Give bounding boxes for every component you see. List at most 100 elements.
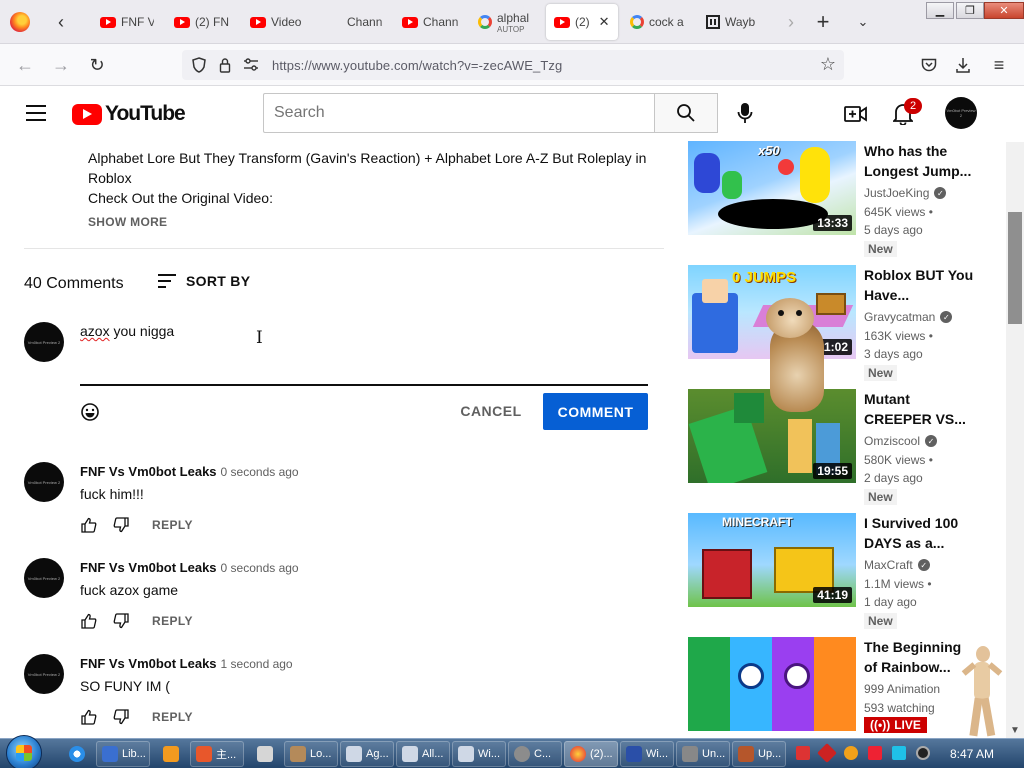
taskbar-item[interactable]: Un...: [676, 741, 730, 767]
tray-icon[interactable]: [892, 746, 906, 760]
tracking-shield-icon[interactable]: [190, 56, 208, 74]
browser-tab[interactable]: Video: [242, 4, 314, 40]
address-bar[interactable]: https://www.youtube.com/watch?v=-zecAWE_…: [182, 50, 844, 80]
browser-tab[interactable]: Wayb: [698, 4, 770, 40]
taskbar-item[interactable]: Wi...: [620, 741, 674, 767]
guide-menu-icon[interactable]: [26, 105, 46, 121]
browser-tab[interactable]: FNF V: [92, 4, 162, 40]
comment-time[interactable]: 1 second ago: [221, 657, 293, 671]
channel-name[interactable]: Omziscool ✓: [864, 434, 938, 448]
start-button[interactable]: [6, 735, 42, 768]
like-icon[interactable]: [80, 612, 98, 630]
browser-tab[interactable]: alphal AUTOP: [470, 4, 542, 40]
taskbar-clock[interactable]: 8:47 AM: [950, 747, 994, 761]
comment-button[interactable]: COMMENT: [543, 393, 648, 430]
reload-icon[interactable]: ↻: [84, 52, 110, 78]
show-more-button[interactable]: SHOW MORE: [88, 215, 167, 229]
restore-window-button[interactable]: ❐: [956, 2, 984, 19]
account-avatar[interactable]: Vm0bot Preview 2: [945, 97, 977, 129]
taskbar-item[interactable]: Up...: [732, 741, 786, 767]
browser-tab[interactable]: Chann: [394, 4, 466, 40]
cancel-button[interactable]: CANCEL: [452, 393, 530, 429]
tab-scroll-right-button[interactable]: ›: [778, 9, 804, 35]
taskbar-item[interactable]: Wi...: [452, 741, 506, 767]
comment-time[interactable]: 0 seconds ago: [221, 465, 299, 479]
close-window-button[interactable]: ✕: [984, 2, 1024, 19]
comment-time[interactable]: 0 seconds ago: [221, 561, 299, 575]
recommended-video[interactable]: x50 13:33 Who has the Longest Jump... Ju…: [688, 141, 1008, 265]
channel-name[interactable]: 999 Animation: [864, 682, 940, 696]
bookmark-star-icon[interactable]: ☆: [820, 54, 836, 75]
comment-input[interactable]: azox you nigga: [80, 323, 648, 339]
reply-button[interactable]: REPLY: [152, 614, 193, 628]
video-thumbnail[interactable]: [688, 637, 856, 731]
comment-author[interactable]: FNF Vs Vm0bot Leaks: [80, 560, 217, 575]
video-title[interactable]: Mutant CREEPER VS...: [864, 389, 974, 429]
comment-author[interactable]: FNF Vs Vm0bot Leaks: [80, 656, 217, 671]
scroll-down-arrow-icon[interactable]: ▼: [1010, 725, 1020, 736]
browser-tab[interactable]: Chann: [318, 4, 390, 40]
browser-tab-active[interactable]: (2) ✕: [546, 4, 618, 40]
sort-by-button[interactable]: SORT BY: [158, 273, 250, 289]
lock-icon[interactable]: [216, 56, 234, 74]
dislike-icon[interactable]: [112, 612, 130, 630]
recommended-video[interactable]: MINECRAFT 41:19 I Survived 100 DAYS as a…: [688, 513, 1008, 637]
video-title[interactable]: Roblox BUT You Have...: [864, 265, 974, 305]
recommended-video[interactable]: 0 JUMPS 11:02 Roblox BUT You Have... Gra…: [688, 265, 1008, 389]
dislike-icon[interactable]: [112, 708, 130, 726]
back-arrow-icon[interactable]: ←: [12, 52, 38, 78]
media-player-taskbar-icon[interactable]: [158, 741, 184, 767]
page-scrollbar[interactable]: ▼: [1006, 142, 1024, 738]
ie-taskbar-icon[interactable]: [64, 741, 90, 767]
comment-author-avatar[interactable]: Vm0bot Preview 2: [24, 462, 64, 502]
browser-tab[interactable]: (2) FN: [166, 4, 238, 40]
video-title[interactable]: The Beginning of Rainbow...: [864, 637, 974, 677]
video-title[interactable]: Who has the Longest Jump...: [864, 141, 974, 181]
pocket-icon[interactable]: [916, 52, 942, 78]
close-tab-icon[interactable]: ✕: [599, 14, 610, 30]
search-input[interactable]: [263, 93, 655, 133]
taskbar-item[interactable]: 主...: [190, 741, 244, 767]
channel-name[interactable]: MaxCraft ✓: [864, 558, 930, 572]
search-button[interactable]: [654, 93, 718, 133]
taskbar-item[interactable]: Lib...: [96, 741, 150, 767]
firefox-view-icon[interactable]: [10, 12, 30, 32]
browser-tab[interactable]: cock a: [622, 4, 694, 40]
tray-icon[interactable]: [844, 746, 858, 760]
reply-button[interactable]: REPLY: [152, 518, 193, 532]
taskbar-item[interactable]: C...: [508, 741, 562, 767]
comment-author-avatar[interactable]: Vm0bot Preview 2: [24, 558, 64, 598]
reply-button[interactable]: REPLY: [152, 710, 193, 724]
taskbar-item[interactable]: Lo...: [284, 741, 338, 767]
dislike-icon[interactable]: [112, 516, 130, 534]
tray-icon[interactable]: [916, 746, 930, 760]
video-thumbnail[interactable]: x50 13:33: [688, 141, 856, 235]
comment-author[interactable]: FNF Vs Vm0bot Leaks: [80, 464, 217, 479]
create-video-button[interactable]: [842, 100, 870, 128]
comment-author-avatar[interactable]: Vm0bot Preview 2: [24, 654, 64, 694]
scrollbar-thumb[interactable]: [1008, 212, 1022, 324]
app-menu-icon[interactable]: ≡: [986, 52, 1012, 78]
video-title[interactable]: I Survived 100 DAYS as a...: [864, 513, 974, 553]
taskbar-item-active[interactable]: (2)...: [564, 741, 618, 767]
like-icon[interactable]: [80, 708, 98, 726]
channel-name[interactable]: Gravycatman ✓: [864, 310, 953, 324]
folder-taskbar-icon[interactable]: [252, 741, 278, 767]
video-thumbnail[interactable]: MINECRAFT 41:19: [688, 513, 856, 607]
minimize-window-button[interactable]: ▁: [926, 2, 954, 19]
recommended-video[interactable]: 19:55 Mutant CREEPER VS... Omziscool ✓ 58…: [688, 389, 1008, 513]
like-icon[interactable]: [80, 516, 98, 534]
voice-search-button[interactable]: [732, 100, 758, 126]
emoji-button[interactable]: [80, 402, 100, 422]
tray-icon[interactable]: [796, 746, 810, 760]
youtube-logo[interactable]: YouTube: [72, 102, 186, 126]
tab-scroll-left-button[interactable]: ‹: [48, 9, 74, 35]
list-tabs-chevron-icon[interactable]: ⌄: [850, 9, 876, 35]
channel-name[interactable]: JustJoeKing ✓: [864, 186, 947, 200]
forward-arrow-icon[interactable]: →: [48, 52, 74, 78]
taskbar-item[interactable]: Ag...: [340, 741, 394, 767]
new-tab-icon[interactable]: +: [810, 9, 836, 35]
tray-icon[interactable]: [817, 743, 837, 763]
downloads-icon[interactable]: [950, 52, 976, 78]
permissions-icon[interactable]: [242, 56, 260, 74]
